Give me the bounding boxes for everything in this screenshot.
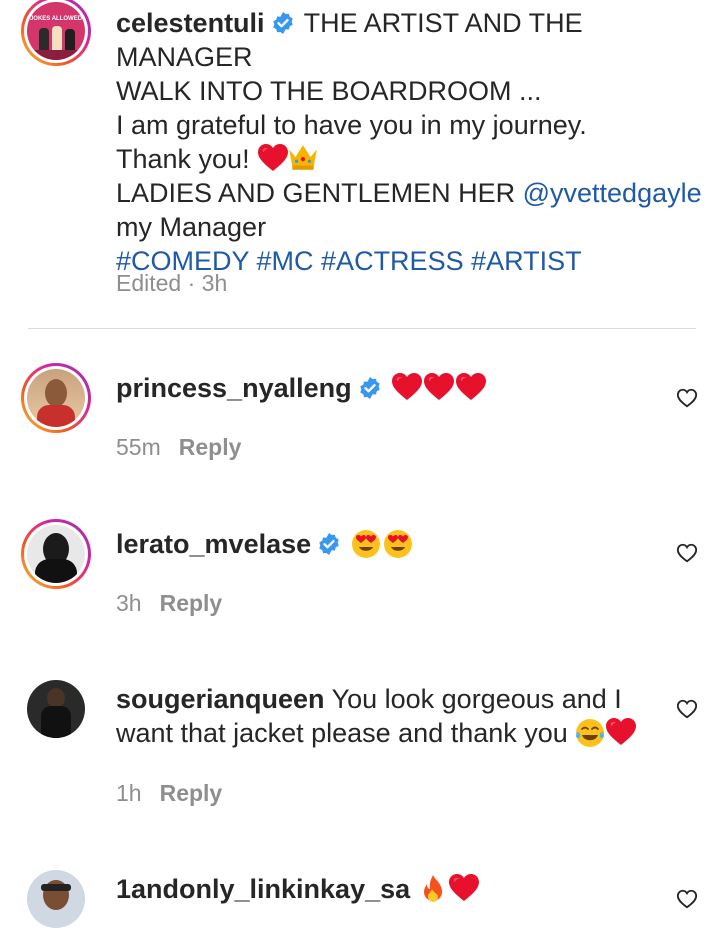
caption-line-6: my Manager xyxy=(116,212,267,242)
divider xyxy=(28,328,696,329)
comment-text: You look gorgeous and I xyxy=(331,684,622,714)
heart-eyes-icon xyxy=(383,529,413,559)
like-heart-icon[interactable] xyxy=(676,888,698,910)
heart-icon xyxy=(605,717,637,747)
commenter-avatar[interactable] xyxy=(21,519,91,589)
like-heart-icon[interactable] xyxy=(676,387,698,409)
commenter-avatar[interactable] xyxy=(21,363,91,433)
heart-icon xyxy=(448,873,480,903)
comment-body: princess_nyalleng xyxy=(116,371,676,405)
comment-time: 3h xyxy=(116,590,142,616)
comment-time: 1h xyxy=(116,780,142,806)
verified-badge-icon xyxy=(358,376,382,400)
caption-meta: Edited · 3h xyxy=(116,270,228,296)
reply-button[interactable]: Reply xyxy=(160,590,223,616)
comment-text: want that jacket please and thank you xyxy=(116,718,568,748)
crown-icon xyxy=(287,143,319,171)
heart-icon xyxy=(257,143,289,173)
comment-time: 55m xyxy=(116,434,161,460)
comment-meta: 3h Reply xyxy=(116,590,222,617)
verified-badge-icon xyxy=(317,532,341,556)
commenter-username[interactable]: lerato_mvelase xyxy=(116,529,311,559)
comment-meta: 1h Reply xyxy=(116,780,222,807)
reply-button[interactable]: Reply xyxy=(160,780,223,806)
author-avatar[interactable]: JOKES ALLOWED xyxy=(21,0,91,66)
caption-line-3: I am grateful to have you in my journey. xyxy=(116,110,587,140)
verified-badge-icon xyxy=(271,11,295,35)
avatar-text: JOKES ALLOWED xyxy=(29,16,83,22)
post-caption: celestentuli THE ARTIST AND THE MANAGER … xyxy=(116,6,706,278)
heart-eyes-icon xyxy=(351,529,381,559)
comment-body: lerato_mvelase xyxy=(116,527,676,561)
mention-link[interactable]: @yvettedgayle xyxy=(523,178,702,208)
commenter-avatar[interactable] xyxy=(27,680,85,738)
caption-line-2: WALK INTO THE BOARDROOM ... xyxy=(116,76,542,106)
heart-icon xyxy=(391,372,423,402)
commenter-username[interactable]: 1andonly_linkinkay_sa xyxy=(116,874,410,904)
heart-icon xyxy=(455,372,487,402)
comment-body: 1andonly_linkinkay_sa xyxy=(116,872,676,906)
tears-of-joy-icon xyxy=(575,718,605,748)
heart-icon xyxy=(423,372,455,402)
commenter-username[interactable]: sougerianqueen xyxy=(116,684,325,714)
like-heart-icon[interactable] xyxy=(676,698,698,720)
caption-line-4: Thank you! xyxy=(116,144,250,174)
author-username[interactable]: celestentuli xyxy=(116,8,265,38)
commenter-username[interactable]: princess_nyalleng xyxy=(116,373,352,403)
like-heart-icon[interactable] xyxy=(676,542,698,564)
comment-meta: 55m Reply xyxy=(116,434,241,461)
caption-line-5: LADIES AND GENTLEMEN HER xyxy=(116,178,523,208)
reply-button[interactable]: Reply xyxy=(179,434,242,460)
fire-icon xyxy=(418,874,448,904)
commenter-avatar[interactable] xyxy=(27,870,85,928)
comment-body: sougerianqueen You look gorgeous and I w… xyxy=(116,682,676,750)
